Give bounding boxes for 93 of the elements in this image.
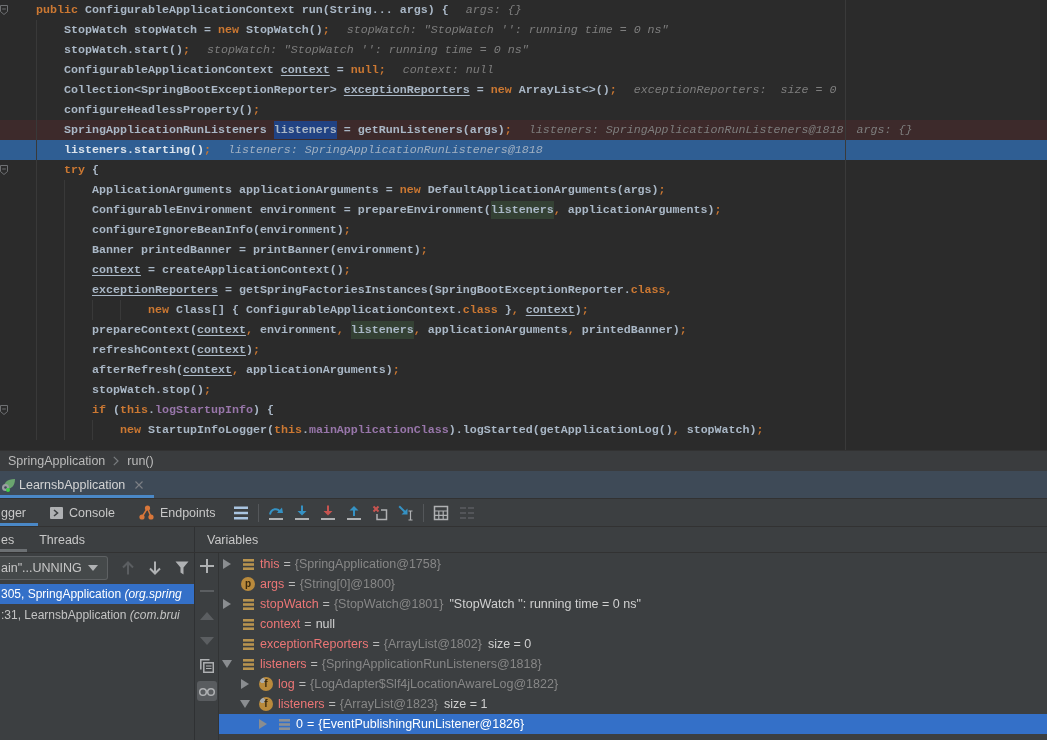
variable-entry: exceptionReporters = {ArrayList@1802} size = 0 — [260, 637, 532, 651]
code-line: ApplicationArguments applicationArguments = new DefaultApplicationArguments(args); — [92, 182, 666, 198]
variable-row[interactable]: this = {SpringApplication@1758} — [219, 554, 1047, 574]
panel-tab[interactable]: Console — [38, 499, 127, 526]
code-line: new Class[] { ConfigurableApplicationContext.class }, context); — [148, 302, 589, 318]
code-line: ConfigurableEnvironment environment = prepareEnvironment(listeners, applicationArguments); — [92, 202, 722, 218]
code-line: ConfigurableApplicationContext context = null; — [64, 62, 386, 78]
triangle-right-icon[interactable] — [223, 599, 231, 609]
variable-row[interactable]: p args = {String[0]@1800} — [219, 574, 1047, 594]
arrow-down-to-line-icon[interactable] — [319, 504, 336, 521]
inline-value-hint: listeners: SpringApplicationRunListeners@1818 — [227, 142, 543, 158]
inline-value-hint: args: {} — [856, 122, 913, 138]
stacked-bars-icon — [242, 558, 254, 570]
code-line: stopWatch.stop(); — [92, 382, 211, 398]
code-line: Collection<SpringBootExceptionReporter> exceptionReporters = new ArrayList<>(); — [64, 82, 617, 98]
fold-marker-icon[interactable] — [0, 5, 8, 15]
variable-row[interactable]: 0 = {EventPublishingRunListener@1826} — [219, 714, 1047, 734]
variable-entry: 0 = {EventPublishingRunListener@1826} — [296, 717, 525, 731]
code-line: context = createApplicationContext(); — [92, 262, 351, 278]
variable-entry: listeners = {ArrayList@1823} size = 1 — [278, 697, 488, 711]
code-line: exceptionReporters = getSpringFactoriesInstances(SpringBootExceptionReporter.class, — [92, 282, 673, 298]
menu-icon[interactable] — [232, 504, 249, 521]
breadcrumb-item[interactable]: SpringApplication — [8, 454, 106, 468]
code-line: SpringApplicationRunListeners listeners = getRunListeners(args); — [64, 122, 512, 138]
close-icon[interactable] — [135, 480, 144, 489]
variable-entry: context = null — [260, 617, 336, 631]
triangle-down-icon[interactable] — [222, 660, 232, 668]
code-line: public ConfigurableApplicationContext run(String... args) { — [36, 2, 449, 18]
fold-marker-icon[interactable] — [0, 405, 8, 415]
variable-entry: args = {String[0]@1800} — [260, 577, 396, 591]
inline-value-hint: exceptionReporters: size = 0 — [633, 82, 837, 98]
variable-row[interactable]: context = null — [219, 614, 1047, 634]
inline-value-hint: listeners: SpringApplicationRunListeners@1818 — [528, 122, 844, 138]
caret-down-icon — [88, 565, 98, 571]
nodes-icon — [138, 505, 154, 520]
variable-row[interactable]: f log = {LogAdapter$Slf4jLocationAwareLog@1822} — [219, 674, 1047, 694]
parameter-icon: p — [241, 577, 255, 591]
code-line: StopWatch stopWatch = new StopWatch(); — [64, 22, 330, 38]
stacked-bars-icon — [278, 718, 290, 730]
code-line: new StartupInfoLogger(this.mainApplicationClass).logStarted(getApplicationLog(), stopWatch); — [120, 422, 764, 438]
stacked-bars-icon — [242, 598, 254, 610]
panel-tab[interactable]: Endpoints — [126, 499, 228, 526]
code-line: afterRefresh(context, applicationArguments); — [92, 362, 400, 378]
variable-entry: listeners = {SpringApplicationRunListeners@1818} — [260, 657, 542, 671]
variable-entry: this = {SpringApplication@1758} — [260, 557, 441, 571]
inline-value-hint: stopWatch: "StopWatch '': running time = 0 ns" — [206, 42, 529, 58]
code-line: prepareContext(context, environment, listeners, applicationArguments, printedBanner); — [92, 322, 687, 338]
arrow-up-from-line-icon[interactable] — [345, 504, 362, 521]
field-icon: f — [259, 677, 273, 691]
stack-frame-row[interactable]: 305, SpringApplication (org.spring — [0, 584, 194, 604]
stacked-bars-icon — [242, 638, 254, 650]
triangle-right-icon[interactable] — [223, 559, 231, 569]
copy-icon[interactable] — [199, 658, 214, 673]
code-editor[interactable] — [0, 0, 1047, 450]
arrow-down-to-line-icon[interactable] — [293, 504, 310, 521]
stack-frame-row[interactable]: :31, LearnsbApplication (com.brui — [0, 605, 194, 625]
field-icon: f — [259, 697, 273, 711]
variable-entry: stopWatch = {StopWatch@1801} "StopWatch '': running time = 0 ns" — [260, 597, 641, 611]
panel-tab[interactable]: es — [0, 527, 28, 552]
variable-entry: log = {LogAdapter$Slf4jLocationAwareLog@1822} — [278, 677, 559, 691]
code-line: listeners.starting(); — [64, 142, 211, 158]
code-line: configureHeadlessProperty(); — [64, 102, 260, 118]
variable-row[interactable]: listeners = {SpringApplicationRunListeners@1818} — [219, 654, 1047, 674]
inline-value-hint: context: null — [402, 62, 494, 78]
plus-icon[interactable] — [199, 558, 214, 573]
arrow-down-icon[interactable] — [148, 561, 162, 575]
triangle-down-icon[interactable] — [240, 700, 250, 708]
arrow-to-cursor-icon[interactable] — [397, 504, 414, 521]
code-line: Banner printedBanner = printBanner(environment); — [92, 242, 428, 258]
thread-dropdown[interactable]: ain"...UNNING — [0, 556, 108, 580]
variable-row[interactable]: stopWatch = {StopWatch@1801} "StopWatch '': running time = 0 ns" — [219, 594, 1047, 614]
code-line: refreshContext(context); — [92, 342, 260, 358]
variable-row[interactable]: f listeners = {ArrayList@1823} size = 1 — [219, 694, 1047, 714]
glasses-icon[interactable] — [196, 680, 217, 701]
panel-title: Variables — [206, 531, 259, 549]
chevron-right-icon — [113, 456, 120, 466]
code-line: try { — [64, 162, 99, 178]
code-line: if (this.logStartupInfo) { — [92, 402, 274, 418]
code-line: configureIgnoreBeanInfo(environment); — [92, 222, 351, 238]
variable-row[interactable]: exceptionReporters = {ArrayList@1802} size = 0 — [219, 634, 1047, 654]
stacked-bars-icon — [242, 658, 254, 670]
fold-marker-icon[interactable] — [0, 165, 8, 175]
code-line: stopWatch.start(); — [64, 42, 190, 58]
panel-tab[interactable]: Threads — [27, 527, 98, 552]
stacked-bars-icon — [242, 618, 254, 630]
breadcrumb-item[interactable]: run() — [127, 454, 154, 468]
terminal-icon — [50, 506, 64, 519]
filter-icon[interactable] — [175, 561, 189, 575]
triangle-right-icon[interactable] — [241, 679, 249, 689]
cross-frame-icon[interactable] — [371, 504, 388, 521]
calculator-icon[interactable] — [432, 504, 449, 521]
inline-value-hint: stopWatch: "StopWatch '': running time = 0 ns" — [346, 22, 669, 38]
inline-value-hint: args: {} — [465, 2, 522, 18]
